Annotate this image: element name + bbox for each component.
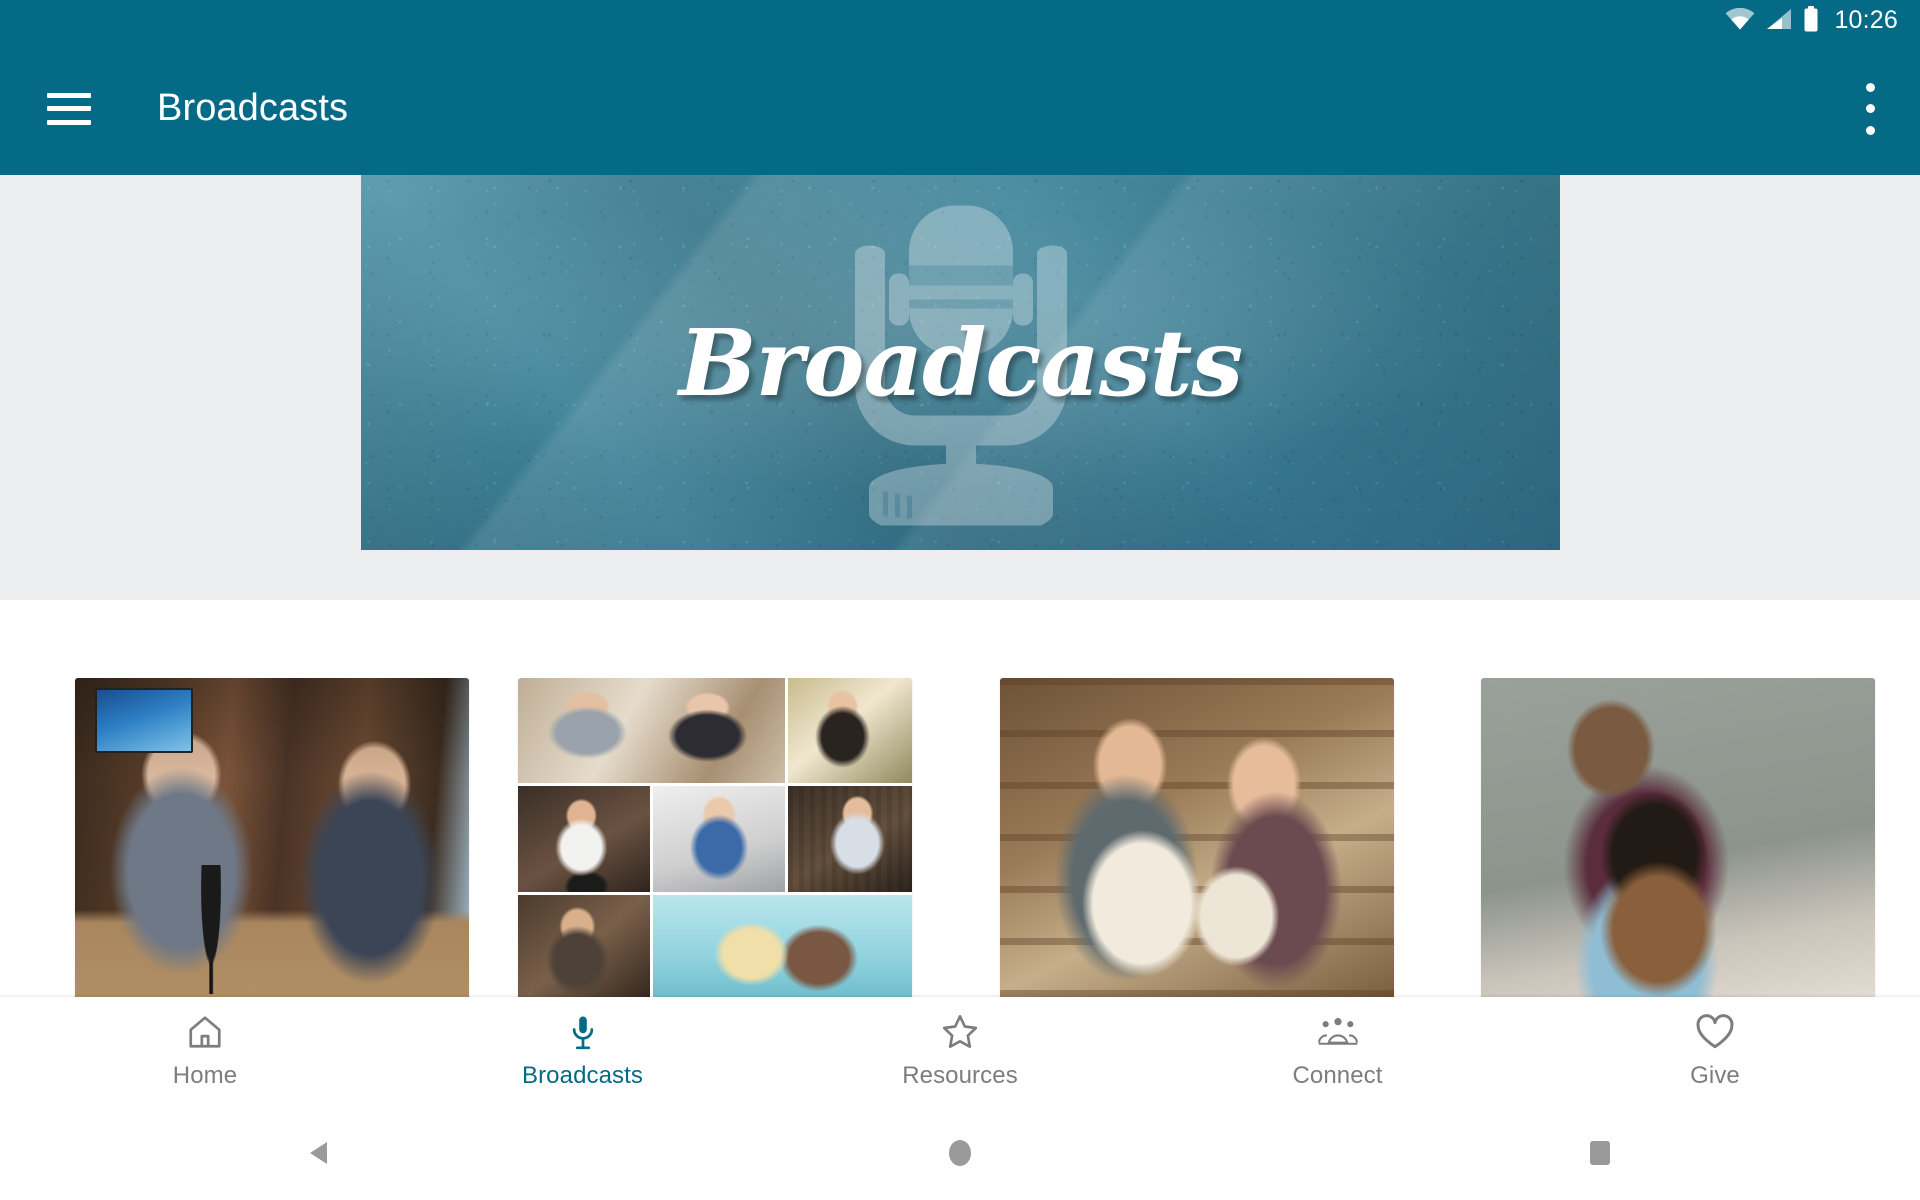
home-button[interactable] xyxy=(860,1138,1060,1173)
battery-icon xyxy=(1803,5,1819,37)
page-title: Broadcasts xyxy=(157,87,349,129)
nav-label-connect: Connect xyxy=(1292,1062,1383,1089)
nav-item-home[interactable]: Home xyxy=(110,1011,300,1090)
nav-label-resources: Resources xyxy=(902,1062,1018,1089)
nav-item-connect[interactable]: Connect xyxy=(1243,1011,1433,1090)
card-father-daughter[interactable] xyxy=(1481,678,1875,1000)
overflow-menu-icon[interactable] xyxy=(1864,82,1876,135)
heart-icon xyxy=(1695,1011,1735,1053)
card-headshot-collage-image xyxy=(518,678,912,1000)
nav-item-resources[interactable]: Resources xyxy=(865,1011,1055,1090)
hero-title: Broadcasts xyxy=(678,308,1243,417)
card-studio-interview[interactable] xyxy=(75,678,469,1000)
hero-banner[interactable]: Broadcasts xyxy=(361,175,1560,550)
nav-label-home: Home xyxy=(172,1062,238,1089)
android-system-navigation xyxy=(0,1110,1920,1200)
nav-item-give[interactable]: Give xyxy=(1620,1011,1810,1090)
card-studio-interview-image xyxy=(75,678,469,1000)
card-pottery-couple[interactable] xyxy=(1000,678,1394,1000)
broadcast-card-row xyxy=(0,600,1920,1000)
people-group-icon xyxy=(1317,1011,1359,1053)
card-headshot-collage[interactable] xyxy=(518,678,912,1000)
microphone-icon xyxy=(564,1011,602,1053)
star-icon xyxy=(940,1011,980,1053)
bottom-navigation-bar: Home Broadcasts Resources Connect Give xyxy=(0,997,1920,1110)
recents-button[interactable] xyxy=(1500,1138,1700,1173)
wifi-icon xyxy=(1725,7,1755,35)
hamburger-menu-icon[interactable] xyxy=(47,92,91,125)
status-time: 10:26 xyxy=(1834,6,1898,34)
nav-label-give: Give xyxy=(1690,1062,1740,1089)
app-root: 10:26 Broadcasts Broadcasts Home Broadca… xyxy=(0,0,1920,1200)
circle-icon xyxy=(945,1138,975,1173)
triangle-left-icon xyxy=(305,1138,335,1173)
home-icon xyxy=(186,1011,224,1053)
nav-label-broadcasts: Broadcasts xyxy=(521,1062,644,1089)
back-button[interactable] xyxy=(220,1138,420,1173)
card-pottery-couple-image xyxy=(1000,678,1394,1000)
cellular-signal-icon xyxy=(1766,8,1792,35)
app-bar: Broadcasts xyxy=(0,42,1920,175)
square-icon xyxy=(1585,1138,1615,1173)
card-father-daughter-image xyxy=(1481,678,1875,1000)
nav-item-broadcasts[interactable]: Broadcasts xyxy=(488,1011,678,1090)
status-bar: 10:26 xyxy=(0,0,1920,42)
